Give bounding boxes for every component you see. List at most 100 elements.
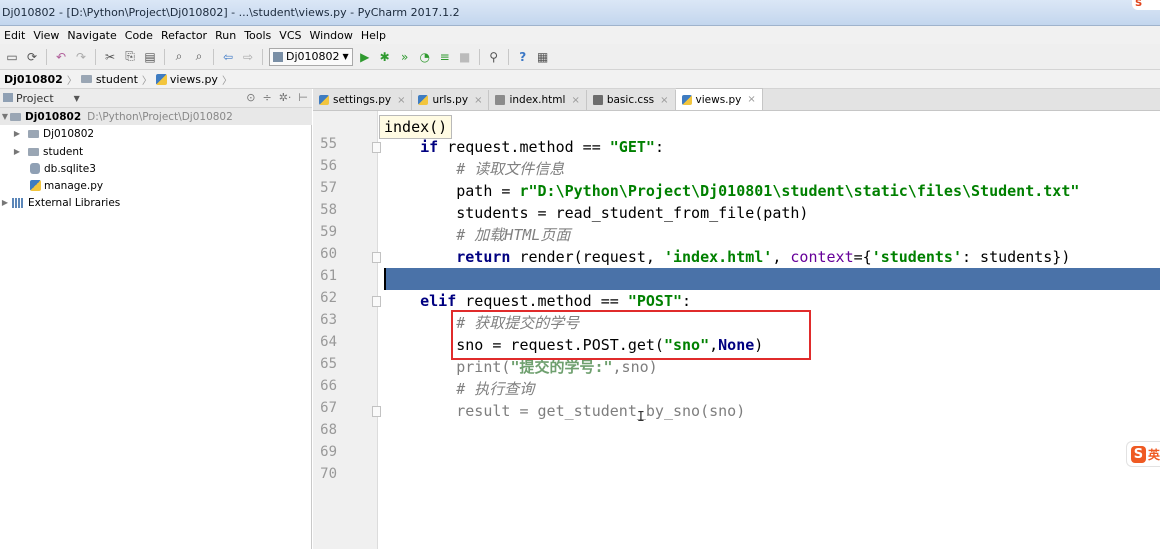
project-view-label[interactable]: Project: [16, 92, 54, 105]
tree-item-external-libraries[interactable]: ▶ External Libraries: [0, 194, 120, 211]
sogou-ime-icon: S: [1131, 445, 1146, 463]
code-line-67[interactable]: result = get_student_by_sno(sno): [384, 400, 745, 422]
breadcrumb-separator: 〉: [221, 75, 232, 87]
tab-basic-css[interactable]: basic.css ×: [586, 90, 676, 110]
coverage-icon[interactable]: »: [397, 49, 413, 65]
run-config-select[interactable]: Dj010802 ▼: [269, 47, 353, 66]
tab-views[interactable]: views.py ×: [675, 88, 763, 110]
code-line-66[interactable]: # 执行查询: [384, 378, 534, 400]
toolbar-divider: [164, 48, 165, 65]
folder-icon: [28, 147, 39, 156]
back-icon[interactable]: ⇦: [220, 49, 236, 65]
scroll-from-source-icon[interactable]: ⊙: [246, 91, 255, 104]
chevron-down-icon[interactable]: ▼: [74, 94, 80, 103]
annotation-highlight-box: [451, 310, 811, 360]
breadcrumb-separator: 〉: [66, 75, 77, 87]
tab-urls[interactable]: urls.py ×: [412, 90, 490, 110]
code-line-56[interactable]: # 读取文件信息: [384, 158, 564, 180]
tree-item-folder-dj010802[interactable]: ▶ Dj010802: [12, 125, 94, 142]
breadcrumb-project[interactable]: Dj010802: [0, 73, 67, 86]
close-icon[interactable]: ×: [660, 95, 668, 106]
menu-help[interactable]: Help: [357, 29, 390, 42]
chevron-down-icon: ▼: [342, 52, 349, 61]
text-caret: [384, 268, 386, 290]
hide-icon[interactable]: ⊢: [298, 91, 308, 104]
collapse-all-icon[interactable]: ÷: [262, 91, 271, 104]
line-number: 57: [320, 180, 337, 196]
expand-arrow-icon[interactable]: ▶: [12, 129, 22, 138]
stop-icon[interactable]: ■: [457, 49, 473, 65]
current-line-highlight: [384, 268, 1160, 290]
line-number: 61: [320, 268, 337, 284]
breadcrumb-views[interactable]: views.py: [152, 73, 222, 86]
help-icon[interactable]: ?: [515, 49, 531, 65]
save-icon[interactable]: ▭: [4, 49, 20, 65]
ime-mode-label: 英: [1147, 447, 1160, 462]
close-icon[interactable]: ×: [571, 95, 579, 106]
menu-code[interactable]: Code: [121, 29, 157, 42]
toolbar-divider: [262, 48, 263, 65]
menu-window[interactable]: Window: [306, 29, 357, 42]
close-icon[interactable]: ×: [397, 95, 405, 106]
fold-marker-icon[interactable]: [372, 142, 381, 153]
menu-refactor[interactable]: Refactor: [157, 29, 211, 42]
main-toolbar: ▭ ⟳ ↶ ↷ ✂ ⎘ ▤ ⌕ ⌕ ⇦ ⇨ Dj010802 ▼ ▶ ✱ » ◔…: [0, 44, 1160, 70]
tree-item-db[interactable]: db.sqlite3: [30, 160, 96, 177]
code-line-60[interactable]: return render(request, 'index.html', con…: [384, 246, 1070, 268]
line-number: 66: [320, 378, 337, 394]
breadcrumb-student[interactable]: student: [77, 73, 142, 86]
find-icon[interactable]: ⌕: [171, 49, 187, 65]
menu-run[interactable]: Run: [211, 29, 240, 42]
paste-icon[interactable]: ▤: [142, 49, 158, 65]
menu-view[interactable]: View: [29, 29, 63, 42]
redo-icon[interactable]: ↷: [73, 49, 89, 65]
fold-marker-icon[interactable]: [372, 406, 381, 417]
profile-icon[interactable]: ◔: [417, 49, 433, 65]
python-file-icon: [155, 73, 167, 85]
tab-settings[interactable]: settings.py ×: [313, 90, 413, 110]
forward-icon[interactable]: ⇨: [240, 49, 256, 65]
tree-item-root[interactable]: ▼ Dj010802 D:\Python\Project\Dj010802: [0, 108, 312, 125]
code-line-57[interactable]: path = r"D:\Python\Project\Dj010801\stud…: [384, 180, 1079, 202]
editor-gutter[interactable]: [313, 111, 378, 549]
folder-icon: [10, 112, 21, 121]
menu-navigate[interactable]: Navigate: [63, 29, 120, 42]
fold-marker-icon[interactable]: [372, 252, 381, 263]
fold-marker-icon[interactable]: [372, 296, 381, 307]
sync-icon[interactable]: ⟳: [24, 49, 40, 65]
menu-edit[interactable]: Edit: [0, 29, 29, 42]
debug-icon[interactable]: ✱: [377, 49, 393, 65]
code-line-59[interactable]: # 加载HTML页面: [384, 224, 570, 246]
tree-item-folder-student[interactable]: ▶ student: [12, 143, 83, 160]
sdk-icon[interactable]: ▦: [535, 49, 551, 65]
menu-tools[interactable]: Tools: [240, 29, 275, 42]
expand-arrow-icon[interactable]: ▶: [0, 198, 10, 207]
window-title: Dj010802 - [D:\Python\Project\Dj010802] …: [2, 6, 460, 19]
cut-icon[interactable]: ✂: [102, 49, 118, 65]
expand-arrow-icon[interactable]: ▼: [0, 112, 10, 121]
code-line-62[interactable]: elif request.method == "POST":: [384, 290, 691, 312]
line-number: 64: [320, 334, 337, 350]
close-icon[interactable]: ×: [474, 95, 482, 106]
code-line-58[interactable]: students = read_student_from_file(path): [384, 202, 808, 224]
line-number: 63: [320, 312, 337, 328]
toolbar-divider: [213, 48, 214, 65]
expand-arrow-icon[interactable]: ▶: [12, 147, 22, 156]
concurrency-icon[interactable]: ≡: [437, 49, 453, 65]
menu-vcs[interactable]: VCS: [275, 29, 305, 42]
run-icon[interactable]: ▶: [357, 49, 373, 65]
replace-icon[interactable]: ⌕: [191, 49, 207, 65]
ime-floating-indicator[interactable]: S 英: [1126, 441, 1160, 467]
gear-icon[interactable]: ✲·: [279, 91, 292, 104]
vcs-icon[interactable]: ⚲: [486, 49, 502, 65]
copy-icon[interactable]: ⎘: [122, 49, 138, 65]
ime-indicator-icon[interactable]: S: [1132, 0, 1160, 10]
tab-index-html[interactable]: index.html ×: [489, 90, 587, 110]
close-icon[interactable]: ×: [747, 94, 755, 105]
undo-icon[interactable]: ↶: [53, 49, 69, 65]
tree-item-manage[interactable]: manage.py: [30, 177, 103, 194]
code-line-55[interactable]: if request.method == "GET":: [384, 136, 664, 158]
python-file-icon: [319, 95, 329, 105]
editor-tab-bar: settings.py × urls.py × index.html × bas…: [313, 88, 1160, 111]
django-icon: [273, 51, 283, 62]
